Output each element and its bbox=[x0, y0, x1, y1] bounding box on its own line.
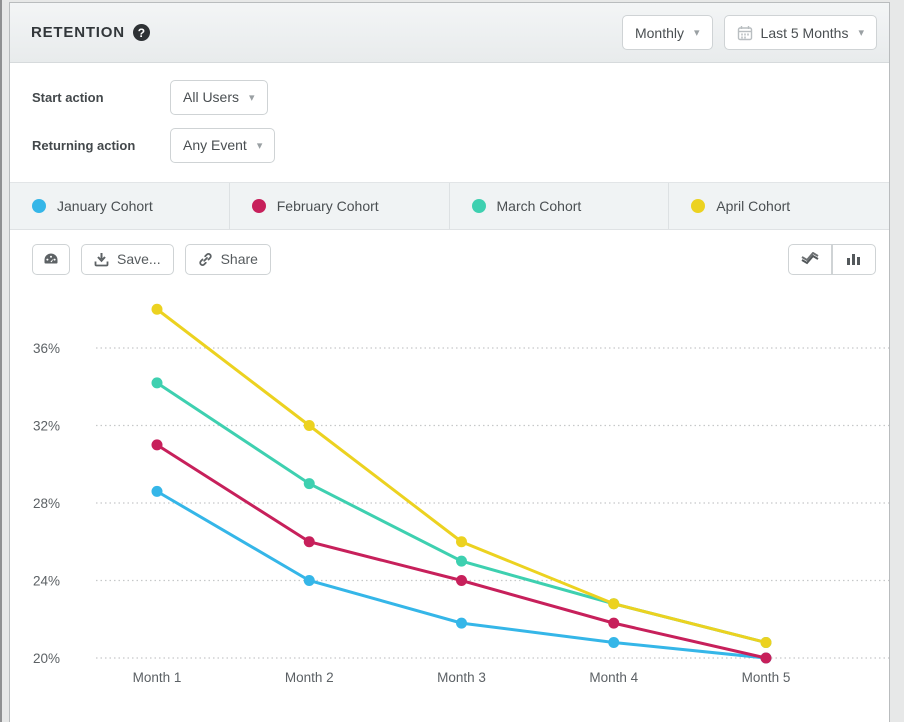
y-tick-label: 32% bbox=[33, 419, 60, 434]
data-point[interactable] bbox=[304, 575, 315, 586]
data-point[interactable] bbox=[152, 439, 163, 450]
chevron-down-icon bbox=[257, 139, 263, 152]
share-button[interactable]: Share bbox=[185, 244, 271, 275]
y-tick-label: 36% bbox=[33, 341, 60, 356]
series-line bbox=[157, 309, 766, 642]
save-button[interactable]: Save... bbox=[81, 244, 174, 275]
bar-chart-icon bbox=[846, 252, 862, 266]
interval-dropdown-value: Monthly bbox=[635, 25, 684, 41]
legend-label: February Cohort bbox=[277, 198, 379, 214]
data-point[interactable] bbox=[152, 377, 163, 388]
chevron-down-icon bbox=[249, 91, 255, 104]
y-tick-label: 24% bbox=[33, 574, 60, 589]
data-point[interactable] bbox=[608, 637, 619, 648]
chart-toolbar: Save... Share bbox=[10, 230, 889, 275]
retention-report-panel: RETENTION ? Monthly Last 5 Months bbox=[9, 2, 890, 722]
x-tick-label: Month 3 bbox=[437, 670, 486, 685]
date-range-dropdown-value: Last 5 Months bbox=[761, 25, 849, 41]
add-to-dashboard-button[interactable] bbox=[32, 244, 70, 275]
legend-tab-january[interactable]: January Cohort bbox=[10, 183, 230, 229]
data-point[interactable] bbox=[152, 486, 163, 497]
legend-label: March Cohort bbox=[497, 198, 582, 214]
start-action-value: All Users bbox=[183, 89, 239, 105]
series-line bbox=[157, 491, 766, 658]
data-point[interactable] bbox=[304, 420, 315, 431]
returning-action-row: Returning action Any Event bbox=[32, 127, 889, 163]
legend-tab-february[interactable]: February Cohort bbox=[230, 183, 450, 229]
link-icon bbox=[198, 252, 213, 267]
data-point[interactable] bbox=[304, 478, 315, 489]
cohort-legend: January Cohort February Cohort March Coh… bbox=[10, 182, 889, 230]
data-point[interactable] bbox=[456, 575, 467, 586]
download-icon bbox=[94, 252, 109, 267]
series-color-dot bbox=[472, 199, 486, 213]
series-color-dot bbox=[32, 199, 46, 213]
x-tick-label: Month 5 bbox=[742, 670, 791, 685]
chevron-down-icon bbox=[694, 26, 700, 39]
retention-chart: 36% 32% 28% 24% 20% Month 1 Month 2 Month 3 Mont… bbox=[10, 275, 889, 712]
data-point[interactable] bbox=[304, 536, 315, 547]
header-controls: Monthly Last 5 Months bbox=[622, 15, 877, 50]
help-icon[interactable]: ? bbox=[133, 24, 150, 41]
report-header: RETENTION ? Monthly Last 5 Months bbox=[10, 3, 889, 63]
data-point[interactable] bbox=[152, 304, 163, 315]
data-point[interactable] bbox=[608, 618, 619, 629]
filters-section: Start action All Users Returning action … bbox=[10, 63, 889, 182]
line-chart-toggle-button[interactable] bbox=[788, 244, 832, 275]
legend-label: January Cohort bbox=[57, 198, 153, 214]
legend-tab-april[interactable]: April Cohort bbox=[669, 183, 889, 229]
interval-dropdown[interactable]: Monthly bbox=[622, 15, 713, 50]
start-action-dropdown[interactable]: All Users bbox=[170, 80, 268, 115]
data-point[interactable] bbox=[456, 556, 467, 567]
returning-action-value: Any Event bbox=[183, 137, 247, 153]
share-button-label: Share bbox=[221, 251, 258, 267]
gauge-icon bbox=[42, 251, 60, 267]
x-tick-label: Month 2 bbox=[285, 670, 334, 685]
chart-type-toggle bbox=[788, 244, 876, 275]
bar-chart-toggle-button[interactable] bbox=[832, 244, 876, 275]
x-tick-label: Month 4 bbox=[589, 670, 638, 685]
chart-area: 36% 32% 28% 24% 20% Month 1 Month 2 Month 3 Mont… bbox=[10, 275, 889, 717]
series-line bbox=[157, 383, 766, 643]
series-color-dot bbox=[252, 199, 266, 213]
line-chart-icon bbox=[800, 252, 820, 266]
data-point[interactable] bbox=[456, 536, 467, 547]
chevron-down-icon bbox=[858, 26, 864, 39]
start-action-row: Start action All Users bbox=[32, 79, 889, 115]
legend-tab-march[interactable]: March Cohort bbox=[450, 183, 670, 229]
returning-action-label: Returning action bbox=[32, 138, 170, 153]
legend-label: April Cohort bbox=[716, 198, 790, 214]
page-title: RETENTION bbox=[31, 24, 125, 41]
save-button-label: Save... bbox=[117, 251, 161, 267]
returning-action-dropdown[interactable]: Any Event bbox=[170, 128, 275, 163]
date-range-dropdown[interactable]: Last 5 Months bbox=[724, 15, 877, 50]
data-point[interactable] bbox=[608, 598, 619, 609]
series-color-dot bbox=[691, 199, 705, 213]
y-tick-label: 20% bbox=[33, 651, 60, 666]
start-action-label: Start action bbox=[32, 90, 170, 105]
calendar-icon bbox=[737, 25, 753, 41]
data-point[interactable] bbox=[456, 618, 467, 629]
y-tick-label: 28% bbox=[33, 496, 60, 511]
data-point[interactable] bbox=[761, 637, 772, 648]
x-tick-label: Month 1 bbox=[133, 670, 182, 685]
data-point[interactable] bbox=[761, 653, 772, 664]
page-edge bbox=[0, 0, 2, 722]
